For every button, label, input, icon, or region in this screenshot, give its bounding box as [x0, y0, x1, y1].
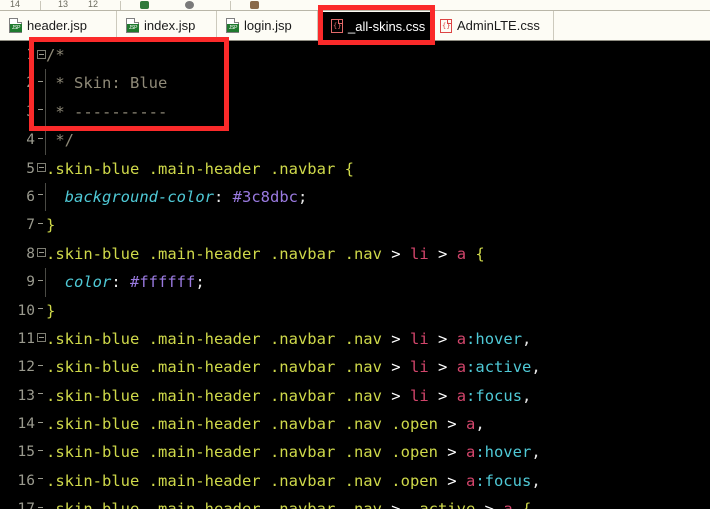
- editor-tab-bar: header.jsp index.jsp login.jsp _all-skin…: [0, 11, 710, 41]
- debug-icon[interactable]: [185, 1, 194, 9]
- code-line[interactable]: 4 */: [0, 126, 710, 155]
- code-line[interactable]: 1 /*: [0, 41, 710, 69]
- code-text: }: [46, 216, 56, 235]
- line-number: 9: [26, 274, 35, 291]
- code-line[interactable]: 6 background-color: #3c8dbc;: [0, 182, 710, 212]
- code-line[interactable]: 13 .skin-blue .main-header .navbar .nav …: [0, 382, 710, 410]
- line-gutter: 16: [0, 467, 46, 495]
- line-gutter: 4: [0, 126, 46, 154]
- line-number: 12: [17, 359, 35, 376]
- line-number: 2: [26, 75, 35, 92]
- line-gutter: 6: [0, 183, 46, 211]
- tab-label: header.jsp: [27, 18, 87, 33]
- tab-index-jsp[interactable]: index.jsp: [117, 11, 217, 40]
- line-number: 16: [17, 472, 35, 489]
- code-text: .skin-blue .main-header .navbar .nav > .…: [46, 495, 531, 509]
- line-number: 11: [17, 330, 35, 347]
- code-line[interactable]: 9 color: #ffffff;: [0, 268, 710, 297]
- tab-header-jsp[interactable]: header.jsp: [0, 11, 117, 40]
- toolbar-fragment-3: 12: [88, 0, 99, 9]
- line-number: 14: [17, 416, 35, 433]
- jsp-file-icon: [9, 18, 22, 33]
- code-text: color: #ffffff;: [64, 273, 205, 292]
- toolbar-fragment-1: 14: [10, 0, 21, 9]
- code-line[interactable]: 7 }: [0, 211, 710, 239]
- line-number: 13: [17, 387, 35, 404]
- line-gutter: 14: [0, 410, 46, 438]
- tab-login-jsp[interactable]: login.jsp: [217, 11, 318, 40]
- line-gutter: 2: [0, 69, 46, 97]
- line-gutter: 17: [0, 495, 46, 509]
- tab-label: login.jsp: [244, 18, 292, 33]
- code-line[interactable]: 10 }: [0, 297, 710, 325]
- toolbar-separator: [40, 1, 41, 10]
- code-line[interactable]: 8 .skin-blue .main-header .navbar .nav >…: [0, 240, 710, 268]
- line-number: 3: [26, 103, 35, 120]
- code-editor[interactable]: 1 /* 2 * Skin: Blue 3 * ---------- 4 */ …: [0, 41, 710, 509]
- toolbar-fragment-2: 13: [58, 0, 69, 9]
- line-gutter: 7: [0, 211, 46, 239]
- code-text: */: [46, 131, 74, 150]
- code-text: }: [46, 301, 56, 320]
- line-number: 15: [17, 444, 35, 461]
- line-number: 1: [26, 47, 35, 63]
- tab-label: index.jsp: [144, 18, 196, 33]
- fold-toggle-icon[interactable]: [37, 248, 46, 258]
- code-text: /*: [46, 46, 65, 64]
- line-gutter: 9: [0, 268, 46, 296]
- code-line[interactable]: 3 * ----------: [0, 97, 710, 127]
- jsp-file-icon: [126, 18, 139, 33]
- css-file-icon: [331, 19, 343, 33]
- code-text: .skin-blue .main-header .navbar .nav .op…: [46, 443, 541, 462]
- line-gutter: 5: [0, 155, 46, 183]
- toolbar-strip: 14 13 12: [0, 0, 710, 11]
- line-gutter: 1: [0, 41, 46, 69]
- tab-all-skins-css[interactable]: _all-skins.css ✖: [322, 12, 445, 40]
- code-text: .skin-blue .main-header .navbar .nav .op…: [46, 415, 485, 434]
- code-text: .skin-blue .main-header .navbar .nav > l…: [46, 329, 532, 348]
- line-gutter: 10: [0, 297, 46, 325]
- toolbar-separator: [120, 1, 121, 10]
- run-icon[interactable]: [140, 1, 149, 9]
- code-line[interactable]: 11 .skin-blue .main-header .navbar .nav …: [0, 325, 710, 353]
- code-line[interactable]: 16 .skin-blue .main-header .navbar .nav …: [0, 467, 710, 495]
- code-line[interactable]: 17 .skin-blue .main-header .navbar .nav …: [0, 495, 710, 509]
- code-text: .skin-blue .main-header .navbar {: [46, 159, 354, 178]
- code-line[interactable]: 14 .skin-blue .main-header .navbar .nav …: [0, 410, 710, 438]
- code-text: .skin-blue .main-header .navbar .nav > l…: [46, 244, 485, 263]
- fold-toggle-icon[interactable]: [37, 49, 46, 59]
- code-line[interactable]: 2 * Skin: Blue: [0, 69, 710, 98]
- fold-toggle-icon[interactable]: [37, 333, 46, 343]
- line-gutter: 12: [0, 353, 46, 381]
- code-line[interactable]: 5 .skin-blue .main-header .navbar {: [0, 155, 710, 183]
- line-number: 10: [17, 302, 35, 319]
- tab-label: AdminLTE.css: [457, 18, 540, 33]
- tab-adminlte-css[interactable]: AdminLTE.css: [431, 11, 554, 40]
- code-text: .skin-blue .main-header .navbar .nav > l…: [46, 386, 532, 405]
- code-line[interactable]: 15 .skin-blue .main-header .navbar .nav …: [0, 438, 710, 466]
- line-gutter: 13: [0, 382, 46, 410]
- code-text: .skin-blue .main-header .navbar .nav .op…: [46, 471, 541, 490]
- fold-toggle-icon[interactable]: [37, 163, 46, 173]
- code-text: background-color: #3c8dbc;: [64, 187, 308, 206]
- line-number: 17: [18, 501, 37, 509]
- server-icon[interactable]: [250, 1, 259, 9]
- code-text: .skin-blue .main-header .navbar .nav > l…: [46, 358, 541, 377]
- line-number: 5: [26, 160, 35, 177]
- code-line[interactable]: 12 .skin-blue .main-header .navbar .nav …: [0, 353, 710, 381]
- css-file-icon: [440, 18, 452, 33]
- code-text: * ----------: [46, 102, 168, 121]
- code-text: * Skin: Blue: [46, 74, 168, 93]
- line-number: 8: [26, 245, 35, 262]
- jsp-file-icon: [226, 18, 239, 33]
- line-gutter: 3: [0, 98, 46, 126]
- line-number: 6: [26, 188, 35, 205]
- tab-label: _all-skins.css: [348, 18, 426, 34]
- line-gutter: 15: [0, 438, 46, 466]
- line-gutter: 8: [0, 240, 46, 268]
- line-number: 4: [26, 132, 35, 149]
- line-number: 7: [26, 217, 35, 234]
- toolbar-separator: [230, 1, 231, 10]
- line-gutter: 11: [0, 325, 46, 353]
